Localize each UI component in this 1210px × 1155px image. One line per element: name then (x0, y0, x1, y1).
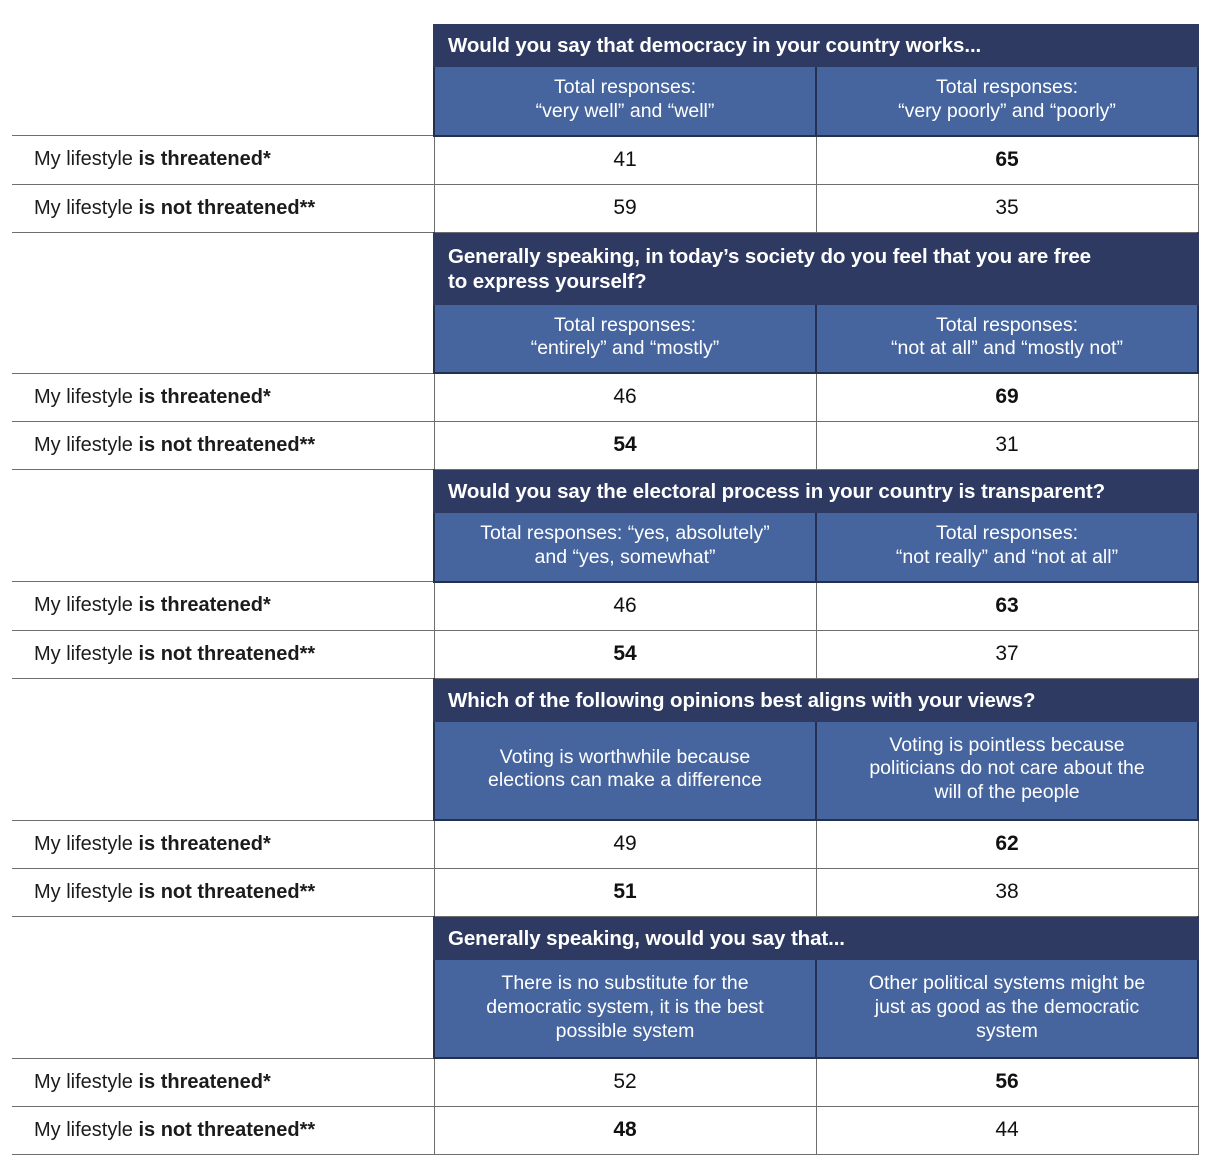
value-cell: 62 (815, 820, 1199, 870)
value-cell: 41 (433, 135, 817, 185)
row-label-prefix: My lifestyle (34, 434, 139, 457)
table-row: My lifestyle is threatened* 41 65 (12, 135, 1199, 185)
row-label-prefix: My lifestyle (34, 196, 139, 219)
response-category-header-a-2: Total responses: “entirely” and “mostly” (433, 304, 817, 375)
question-header-1: Would you say that democracy in your cou… (432, 24, 1200, 67)
response-category-header-row: Total responses: “yes, absolutely” and “y… (12, 513, 1200, 583)
row-label-emphasis: is not threatened** (138, 196, 316, 219)
value-cell: 54 (433, 421, 817, 471)
label-column-spacer (12, 960, 434, 1059)
value-cell: 35 (815, 183, 1199, 233)
label-column-spacer (12, 721, 434, 821)
row-label-prefix: My lifestyle (34, 1119, 139, 1142)
value-cell: 52 (433, 1058, 817, 1108)
table-row: My lifestyle is threatened* 46 63 (12, 581, 1199, 631)
row-label-emphasis: is not threatened** (138, 1119, 316, 1142)
row-label-emphasis: is threatened* (138, 594, 271, 617)
value-cell: 63 (815, 581, 1199, 631)
table-row: My lifestyle is not threatened** 59 35 (12, 183, 1199, 233)
row-label-prefix: My lifestyle (34, 385, 139, 408)
response-category-header-b-4: Voting is pointless because politicians d… (814, 721, 1200, 822)
row-label-lifestyle-threatened: My lifestyle is threatened* (12, 372, 435, 423)
label-column-spacer (12, 469, 434, 514)
row-label-lifestyle-not-threatened: My lifestyle is not threatened** (12, 183, 435, 233)
table-row: My lifestyle is threatened* 52 56 (12, 1057, 1199, 1108)
row-label-prefix: My lifestyle (34, 1071, 139, 1094)
value-cell: 44 (815, 1106, 1199, 1155)
row-label-prefix: My lifestyle (34, 832, 139, 855)
row-label-lifestyle-threatened: My lifestyle is threatened* (12, 819, 435, 870)
question-header-row: Which of the following opinions best ali… (12, 678, 1200, 722)
table-row: My lifestyle is not threatened** 51 38 (12, 868, 1199, 918)
value-cell: 65 (815, 135, 1199, 185)
response-category-header-b-1: Total responses: “very poorly” and “poorl… (814, 67, 1200, 137)
question-header-2: Generally speaking, in today’s society d… (432, 232, 1200, 305)
response-category-header-b-3: Total responses: “not really” and “not at… (814, 513, 1200, 583)
value-cell: 56 (815, 1058, 1199, 1108)
question-header-3: Would you say the electoral process in y… (432, 469, 1200, 514)
row-label-prefix: My lifestyle (34, 881, 139, 904)
value-cell: 38 (815, 868, 1199, 918)
row-label-prefix: My lifestyle (34, 148, 139, 171)
table-row: My lifestyle is threatened* 49 62 (12, 819, 1199, 870)
response-category-header-a-4: Voting is worthwhile because elections ca… (433, 721, 817, 822)
value-cell: 69 (815, 373, 1199, 423)
value-cell: 37 (815, 629, 1199, 679)
row-label-lifestyle-not-threatened: My lifestyle is not threatened** (12, 629, 435, 679)
row-label-lifestyle-not-threatened: My lifestyle is not threatened** (12, 1106, 435, 1155)
row-label-lifestyle-threatened: My lifestyle is threatened* (12, 581, 435, 631)
row-label-lifestyle-not-threatened: My lifestyle is not threatened** (12, 868, 435, 918)
table-row: My lifestyle is not threatened** 54 37 (12, 629, 1199, 679)
response-category-header-b-5: Other political systems might be just as … (814, 960, 1200, 1060)
row-label-prefix: My lifestyle (34, 594, 139, 617)
response-category-header-b-2: Total responses: “not at all” and “mostly… (814, 304, 1200, 375)
label-column-spacer (12, 67, 434, 136)
response-category-header-a-3: Total responses: “yes, absolutely” and “y… (433, 513, 817, 583)
table-row: My lifestyle is threatened* 46 69 (12, 372, 1199, 423)
question-header-5: Generally speaking, would you say that..… (432, 916, 1200, 961)
value-cell: 48 (433, 1106, 817, 1155)
question-header-row: Generally speaking, would you say that..… (12, 916, 1200, 961)
value-cell: 49 (433, 820, 817, 870)
label-column-spacer (12, 232, 434, 305)
label-column-spacer (12, 916, 434, 961)
question-header-row: Would you say the electoral process in y… (12, 469, 1200, 514)
value-cell: 51 (433, 868, 817, 918)
label-column-spacer (12, 678, 434, 722)
question-header-row: Generally speaking, in today’s society d… (12, 232, 1200, 305)
response-category-header-a-5: There is no substitute for the democratic… (433, 960, 817, 1060)
question-header-row: Would you say that democracy in your cou… (12, 24, 1200, 67)
row-label-emphasis: is not threatened** (138, 434, 316, 457)
label-column-spacer (12, 513, 434, 582)
value-cell: 59 (433, 183, 817, 233)
survey-table-sheet: Would you say that democracy in your cou… (0, 0, 1210, 1155)
survey-matrix-table: Would you say that democracy in your cou… (12, 24, 1200, 1155)
table-row: My lifestyle is not threatened** 48 44 (12, 1106, 1199, 1155)
table-row: My lifestyle is not threatened** 54 31 (12, 421, 1199, 471)
label-column-spacer (12, 24, 434, 67)
question-header-4: Which of the following opinions best ali… (432, 678, 1200, 722)
row-label-lifestyle-threatened: My lifestyle is threatened* (12, 1057, 435, 1108)
row-label-emphasis: is threatened* (138, 148, 271, 171)
value-cell: 31 (815, 421, 1199, 471)
row-label-lifestyle-not-threatened: My lifestyle is not threatened** (12, 421, 435, 471)
row-label-prefix: My lifestyle (34, 642, 139, 665)
row-label-emphasis: is threatened* (138, 832, 271, 855)
response-category-header-row: There is no substitute for the democratic… (12, 960, 1200, 1060)
row-label-emphasis: is not threatened** (138, 642, 316, 665)
row-label-emphasis: is threatened* (138, 385, 271, 408)
row-label-lifestyle-threatened: My lifestyle is threatened* (12, 135, 435, 185)
response-category-header-row: Total responses: “very well” and “well” To… (12, 67, 1200, 137)
response-category-header-a-1: Total responses: “very well” and “well” (433, 67, 817, 137)
matrix-body: Would you say that democracy in your cou… (12, 24, 1200, 1155)
row-label-emphasis: is not threatened** (138, 881, 316, 904)
value-cell: 46 (433, 581, 817, 631)
response-category-header-row: Voting is worthwhile because elections ca… (12, 721, 1200, 822)
row-label-emphasis: is threatened* (138, 1071, 271, 1094)
label-column-spacer (12, 304, 434, 374)
value-cell: 46 (433, 373, 817, 423)
response-category-header-row: Total responses: “entirely” and “mostly” T… (12, 304, 1200, 375)
value-cell: 54 (433, 629, 817, 679)
